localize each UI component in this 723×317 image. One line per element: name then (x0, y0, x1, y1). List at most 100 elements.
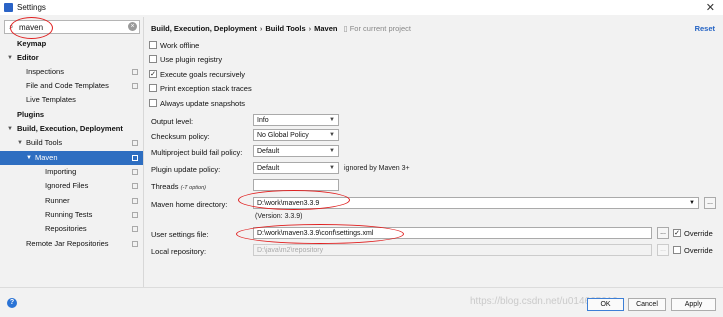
project-config-icon (132, 183, 138, 189)
execute-goals-recursively-label: Execute goals recursively (160, 70, 246, 79)
sidebar-item-label: Repositories (45, 224, 87, 233)
sidebar-item-label: Plugins (17, 110, 45, 119)
sidebar-item-ignored-files[interactable]: Ignored Files (0, 179, 143, 193)
sidebar-item-file-and-code-templates[interactable]: File and Code Templates (0, 79, 143, 93)
project-config-icon (132, 83, 138, 89)
sidebar-item-remote-jar-repositories[interactable]: Remote Jar Repositories (0, 237, 143, 251)
threads-label-text: Threads (151, 182, 179, 191)
project-config-icon (132, 241, 138, 247)
plugin-update-policy-select[interactable]: Default ▼ (253, 162, 339, 174)
project-config-icon (132, 169, 138, 175)
chevron-down-icon[interactable]: ▼ (7, 51, 13, 65)
browse-user-settings-button[interactable]: ... (657, 227, 669, 239)
sidebar-item-label: Build Tools (26, 138, 63, 147)
browse-local-repository-button[interactable]: ... (657, 244, 669, 256)
apply-button[interactable]: Apply (671, 298, 716, 311)
maven-version-label: (Version: 3.3.9) (255, 213, 303, 220)
annotation-ellipse (10, 17, 53, 39)
sidebar-item-editor[interactable]: ▼ Editor (0, 51, 143, 65)
checksum-policy-value: No Global Policy (257, 132, 309, 139)
sidebar-item-live-templates[interactable]: Live Templates (0, 93, 143, 107)
override-repository-option[interactable]: Override (673, 246, 713, 255)
annotation-ellipse (236, 224, 404, 244)
sidebar-item-importing[interactable]: Importing (0, 165, 143, 179)
breadcrumb-part: Build Tools (265, 24, 306, 33)
sidebar-item-label: Keymap (17, 39, 47, 48)
chevron-down-icon[interactable]: ▼ (689, 198, 695, 209)
sidebar-item-inspections[interactable]: Inspections (0, 65, 143, 79)
sidebar-item-label: Maven (35, 153, 58, 162)
multiproject-fail-policy-label: Multiproject build fail policy: (151, 148, 243, 157)
breadcrumb-separator-icon: › (259, 24, 263, 33)
override-settings-checkbox[interactable]: ✓ (673, 229, 681, 238)
override-settings-option[interactable]: ✓ Override (673, 229, 713, 238)
help-icon[interactable]: ? (7, 298, 17, 308)
override-settings-label: Override (684, 229, 713, 238)
sidebar-item-label: Editor (17, 53, 39, 62)
breadcrumb-separator-icon: › (308, 24, 312, 33)
project-scope-text: For current project (349, 24, 411, 33)
output-level-select[interactable]: Info ▼ (253, 114, 339, 126)
browse-maven-home-button[interactable]: ... (704, 197, 716, 209)
checksum-policy-label: Checksum policy: (151, 132, 210, 141)
project-config-icon (132, 226, 138, 232)
project-config-icon (132, 140, 138, 146)
ok-button[interactable]: OK (587, 298, 624, 311)
local-repository-input[interactable]: D:\java\m2\repository (253, 244, 652, 256)
plugin-update-policy-value: Default (257, 165, 280, 172)
sidebar: ⌕ maven × Keymap ▼ Editor Inspections Fi… (0, 17, 144, 287)
chevron-down-icon: ▼ (329, 148, 335, 154)
project-config-icon (132, 69, 138, 75)
maven-settings-panel: Build, Execution, Deployment › Build Tools… (145, 17, 723, 287)
work-offline-checkbox[interactable] (149, 41, 157, 50)
work-offline-option[interactable]: Work offline (149, 41, 199, 50)
chevron-down-icon: ▼ (329, 117, 335, 123)
sidebar-item-label: Live Templates (26, 95, 76, 104)
project-scope-label: ▯ For current project (343, 24, 411, 33)
always-update-snapshots-checkbox[interactable] (149, 99, 157, 108)
plugin-update-note: ignored by Maven 3+ (344, 165, 410, 172)
sidebar-item-running-tests[interactable]: Running Tests (0, 208, 143, 222)
chevron-down-icon[interactable]: ▼ (7, 122, 13, 136)
sidebar-item-label: Remote Jar Repositories (26, 239, 109, 248)
use-plugin-registry-checkbox[interactable] (149, 55, 157, 64)
always-update-snapshots-label: Always update snapshots (160, 99, 246, 108)
cancel-button[interactable]: Cancel (628, 298, 666, 311)
print-exception-label: Print exception stack traces (160, 84, 252, 93)
execute-goals-recursively-checkbox[interactable]: ✓ (149, 70, 157, 79)
sidebar-item-label: File and Code Templates (26, 81, 109, 90)
print-exception-option[interactable]: Print exception stack traces (149, 84, 252, 93)
sidebar-item-build-execution-deployment[interactable]: ▼ Build, Execution, Deployment (0, 122, 143, 136)
dialog-button-bar: ? https://blog.csdn.net/u014665019 OK Ca… (0, 287, 723, 317)
close-icon[interactable]: ✕ (706, 1, 715, 14)
chevron-down-icon[interactable]: ▼ (26, 151, 32, 165)
sidebar-item-build-tools[interactable]: ▼ Build Tools (0, 136, 143, 150)
output-level-label: Output level: (151, 117, 194, 126)
multiproject-fail-policy-value: Default (257, 148, 280, 155)
app-icon (4, 3, 13, 12)
sidebar-item-label: Runner (45, 196, 70, 205)
sidebar-item-maven[interactable]: ▼ Maven (0, 151, 143, 165)
output-level-value: Info (257, 117, 269, 124)
sidebar-item-label: Importing (45, 167, 77, 176)
maven-home-directory-label: Maven home directory: (151, 200, 228, 209)
reset-link[interactable]: Reset (695, 24, 715, 33)
threads-hint: (-T option) (180, 185, 206, 191)
print-exception-checkbox[interactable] (149, 84, 157, 93)
sidebar-item-keymap[interactable]: Keymap (0, 37, 143, 51)
multiproject-fail-policy-select[interactable]: Default ▼ (253, 145, 339, 157)
checksum-policy-select[interactable]: No Global Policy ▼ (253, 129, 339, 141)
sidebar-item-runner[interactable]: Runner (0, 194, 143, 208)
sidebar-item-plugins[interactable]: Plugins (0, 108, 143, 122)
project-config-icon (132, 212, 138, 218)
execute-goals-recursively-option[interactable]: ✓ Execute goals recursively (149, 70, 245, 79)
chevron-down-icon[interactable]: ▼ (17, 136, 23, 150)
override-repository-checkbox[interactable] (673, 246, 681, 255)
local-repository-label: Local repository: (151, 247, 207, 256)
breadcrumb: Build, Execution, Deployment › Build Tools… (151, 24, 411, 33)
always-update-snapshots-option[interactable]: Always update snapshots (149, 99, 245, 108)
use-plugin-registry-option[interactable]: Use plugin registry (149, 55, 222, 64)
sidebar-item-repositories[interactable]: Repositories (0, 222, 143, 236)
window-title: Settings (17, 3, 46, 12)
clear-search-icon[interactable]: × (128, 22, 137, 31)
